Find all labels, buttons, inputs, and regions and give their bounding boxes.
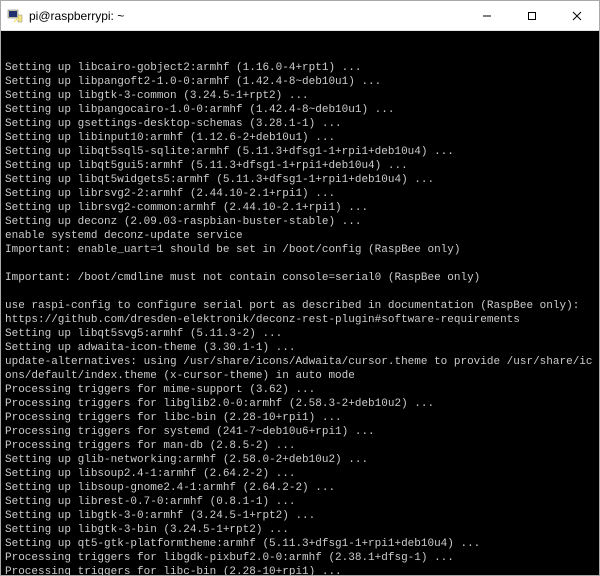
terminal-line: Important: enable_uart=1 should be set i…: [5, 243, 595, 257]
terminal-line: Setting up libcairo-gobject2:armhf (1.16…: [5, 61, 595, 75]
terminal-line: Processing triggers for systemd (241-7~d…: [5, 425, 595, 439]
terminal-line: [5, 285, 595, 299]
terminal-line: Setting up adwaita-icon-theme (3.30.1-1)…: [5, 341, 595, 355]
terminal-output[interactable]: Setting up libcairo-gobject2:armhf (1.16…: [1, 31, 599, 575]
minimize-button[interactable]: [464, 1, 509, 30]
terminal-line: Setting up libgtk-3-common (3.24.5-1+rpt…: [5, 89, 595, 103]
terminal-line: Setting up libqt5sql5-sqlite:armhf (5.11…: [5, 145, 595, 159]
terminal-line: Processing triggers for libglib2.0-0:arm…: [5, 397, 595, 411]
terminal-line: https://github.com/dresden-elektronik/de…: [5, 313, 595, 327]
terminal-line: Setting up gsettings-desktop-schemas (3.…: [5, 117, 595, 131]
terminal-line: Setting up libsoup2.4-1:armhf (2.64.2-2)…: [5, 467, 595, 481]
maximize-button[interactable]: [509, 1, 554, 30]
terminal-line: Processing triggers for libgdk-pixbuf2.0…: [5, 551, 595, 565]
terminal-line: Setting up librsvg2-2:armhf (2.44.10-2.1…: [5, 187, 595, 201]
terminal-line: Setting up qt5-gtk-platformtheme:armhf (…: [5, 537, 595, 551]
terminal-line: Setting up librsvg2-common:armhf (2.44.1…: [5, 201, 595, 215]
terminal-window: pi@raspberrypi: ~ Setting up libcairo-go…: [0, 0, 600, 576]
putty-icon: [7, 8, 23, 24]
terminal-line: Setting up libqt5widgets5:armhf (5.11.3+…: [5, 173, 595, 187]
terminal-line: Setting up libqt5gui5:armhf (5.11.3+dfsg…: [5, 159, 595, 173]
window-title: pi@raspberrypi: ~: [29, 9, 464, 23]
terminal-line: Processing triggers for libc-bin (2.28-1…: [5, 565, 595, 575]
terminal-line: use raspi-config to configure serial por…: [5, 299, 595, 313]
terminal-line: Processing triggers for man-db (2.8.5-2)…: [5, 439, 595, 453]
terminal-lines: Setting up libcairo-gobject2:armhf (1.16…: [5, 61, 595, 575]
terminal-line: Processing triggers for mime-support (3.…: [5, 383, 595, 397]
terminal-line: Processing triggers for libc-bin (2.28-1…: [5, 411, 595, 425]
terminal-line: Setting up librest-0.7-0:armhf (0.8.1-1)…: [5, 495, 595, 509]
terminal-line: Setting up libgtk-3-0:armhf (3.24.5-1+rp…: [5, 509, 595, 523]
window-controls: [464, 1, 599, 30]
terminal-line: Setting up libpangoft2-1.0-0:armhf (1.42…: [5, 75, 595, 89]
terminal-line: Important: /boot/cmdline must not contai…: [5, 271, 595, 285]
terminal-line: Setting up libsoup-gnome2.4-1:armhf (2.6…: [5, 481, 595, 495]
terminal-line: Setting up libinput10:armhf (1.12.6-2+de…: [5, 131, 595, 145]
close-button[interactable]: [554, 1, 599, 30]
terminal-line: Setting up glib-networking:armhf (2.58.0…: [5, 453, 595, 467]
terminal-line: Setting up libpangocairo-1.0-0:armhf (1.…: [5, 103, 595, 117]
titlebar[interactable]: pi@raspberrypi: ~: [1, 1, 599, 31]
terminal-line: enable systemd deconz-update service: [5, 229, 595, 243]
terminal-line: Setting up libgtk-3-bin (3.24.5-1+rpt2) …: [5, 523, 595, 537]
terminal-line: Setting up deconz (2.09.03-raspbian-bust…: [5, 215, 595, 229]
terminal-line: Setting up libqt5svg5:armhf (5.11.3-2) .…: [5, 327, 595, 341]
terminal-line: [5, 257, 595, 271]
terminal-line: update-alternatives: using /usr/share/ic…: [5, 355, 595, 383]
